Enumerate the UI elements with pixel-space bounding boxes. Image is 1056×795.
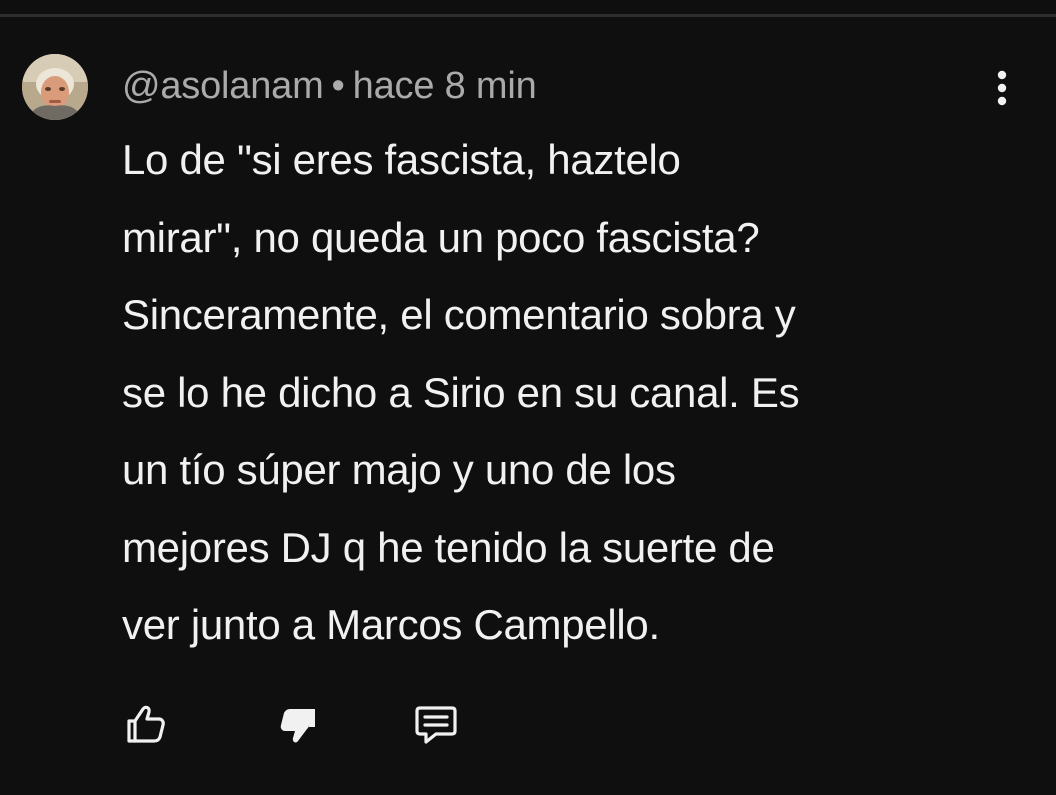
reply-button[interactable] [408, 696, 464, 752]
comment-reply-icon [415, 706, 457, 744]
comment-text: Lo de "si eres fascista, haztelo mirar",… [122, 136, 800, 648]
comment-actions [118, 696, 478, 752]
meta-separator: • [331, 64, 345, 107]
thumb-down-icon [280, 709, 315, 743]
avatar-image [22, 54, 88, 120]
comment-item: @asolanam • hace 8 min Lo de "si eres fa… [0, 0, 1056, 795]
author-avatar[interactable] [22, 54, 88, 120]
more-options-button[interactable] [984, 66, 1020, 110]
comment-screen: @asolanam • hace 8 min Lo de "si eres fa… [0, 0, 1056, 795]
like-button[interactable] [118, 696, 174, 752]
more-vert-icon [997, 70, 1007, 106]
comment-timestamp[interactable]: hace 8 min [353, 65, 537, 108]
comment-meta: @asolanam • hace 8 min [122, 64, 537, 108]
thumb-up-icon [127, 705, 165, 743]
author-handle[interactable]: @asolanam [122, 65, 324, 108]
dislike-button[interactable] [270, 696, 326, 752]
